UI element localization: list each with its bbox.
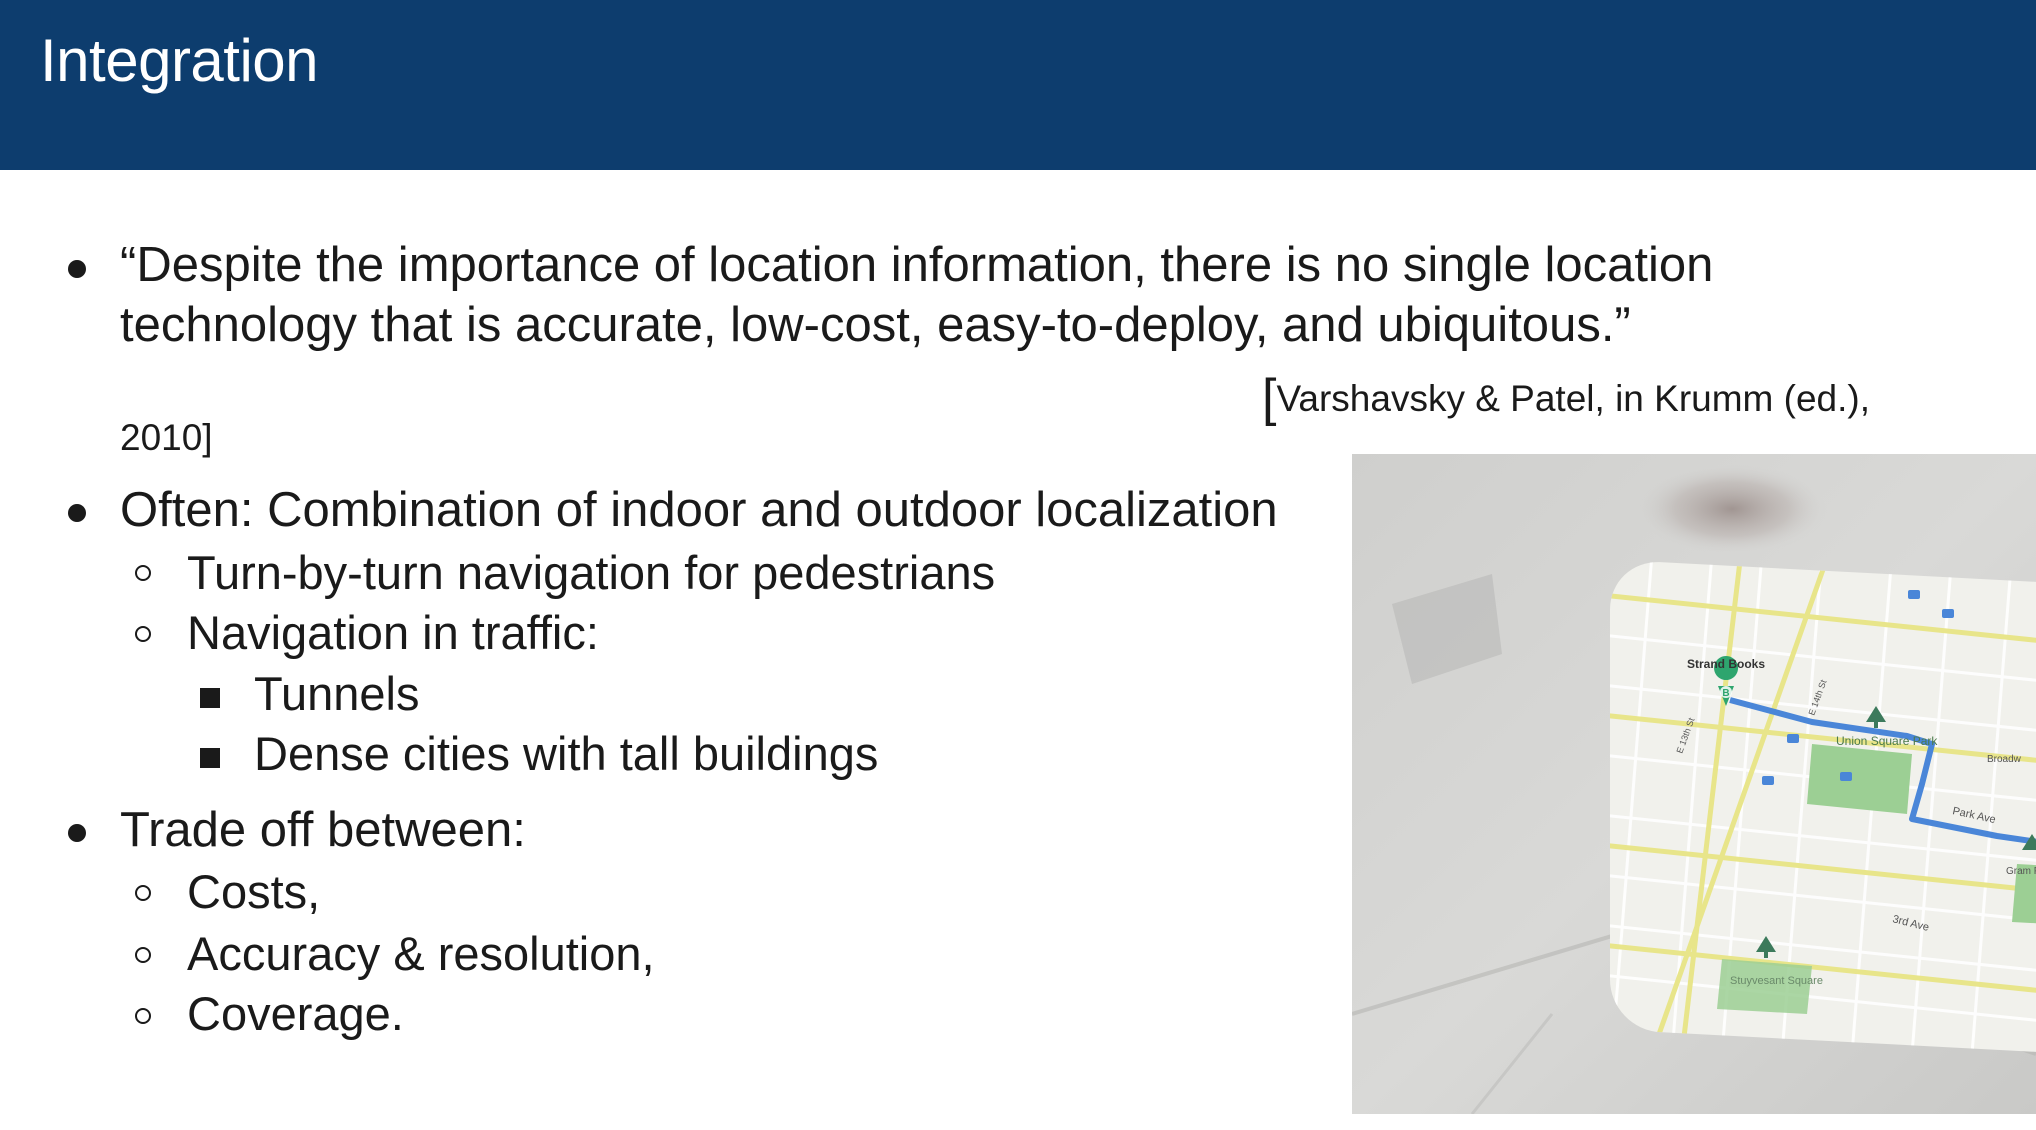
park-union-square [1807,744,1912,814]
quote-line-1: “Despite the importance of location info… [120,238,1714,292]
map-card: B Strand Books Union Square Park Park Av… [1610,559,2036,1055]
sub-bullet-pedestrians: Turn-by-turn navigation for pedestrians [187,546,996,599]
label-stuyvesant-square: Stuyvesant Square [1730,975,1823,987]
bullet-tradeoff-text: Trade off between: [120,803,526,857]
bullet-tradeoff [68,824,86,842]
label-broadway: Broadw [1987,754,2022,765]
citation-text: Varshavsky & Patel, in Krumm (ed.), [1276,378,1871,419]
slide-title: Integration [40,27,319,94]
floor-stain [1637,464,1827,554]
sub-sub-bullet-square [200,748,220,768]
sub-sub-bullet-square [200,688,220,708]
citation-bracket: [ [1262,369,1277,427]
sub-bullet-accuracy: Accuracy & resolution, [187,927,655,980]
ar-map-illustration: B Strand Books Union Square Park Park Av… [1352,454,2036,1114]
sub-sub-bullet-tunnels: Tunnels [254,667,420,720]
sub-bullet-ring [135,947,151,963]
sub-sub-bullet-dense-cities: Dense cities with tall buildings [254,727,879,780]
label-strand-books: Strand Books [1687,657,1765,671]
bullet-combination-text: Often: Combination of indoor and outdoor… [120,483,1278,537]
title-bar: Integration [0,0,2036,170]
label-gramercy: Gram Pa [2006,866,2036,877]
ar-map-photo: B Strand Books Union Square Park Park Av… [1352,454,2036,1114]
citation-line-1: [Varshavsky & Patel, in Krumm (ed.), [1262,364,1871,427]
label-union-square-park: Union Square Park [1836,734,1938,748]
quote-line-2: technology that is accurate, low-cost, e… [120,298,1631,352]
sub-bullet-costs: Costs, [187,865,321,918]
sub-bullet-coverage: Coverage. [187,987,404,1040]
sub-bullet-ring [135,626,151,642]
sub-bullet-traffic: Navigation in traffic: [187,606,599,659]
sub-bullet-ring [135,885,151,901]
citation-line-2: 2010] [120,417,213,458]
bullet-combination [68,504,86,522]
sub-bullet-ring [135,1008,151,1024]
sub-bullet-ring [135,565,151,581]
marker-letter: B [1722,688,1729,699]
bullet-quote [68,260,86,278]
